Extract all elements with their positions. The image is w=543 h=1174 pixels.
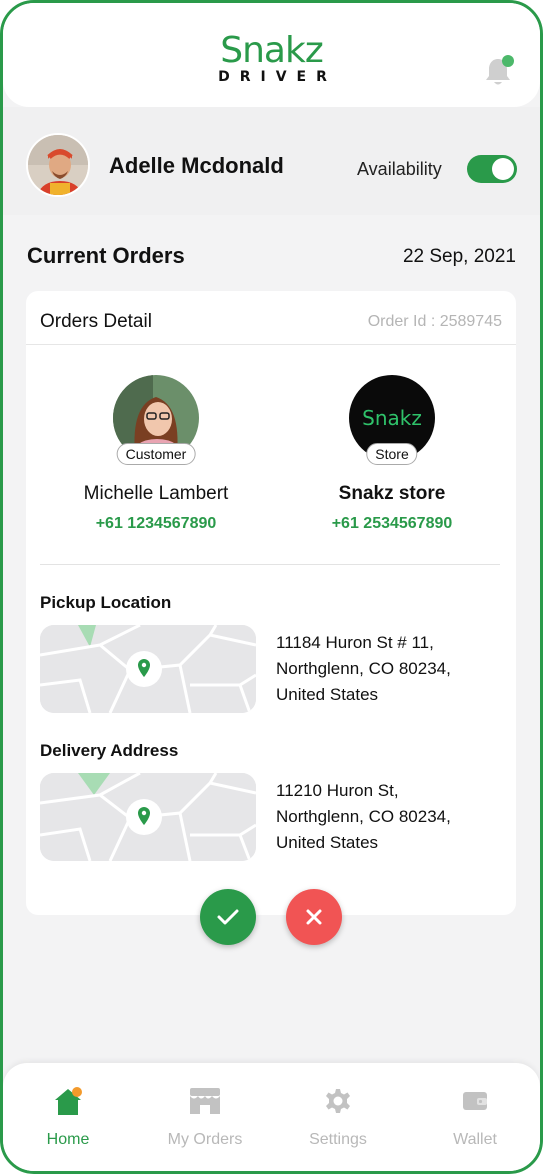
delivery-address-line2: Northglenn, CO 80234, — [276, 807, 451, 826]
home-icon — [3, 1085, 133, 1117]
pickup-address-line1: 11184 Huron St # 11, — [276, 633, 434, 652]
app-frame: Snakz DRIVER Adelle Mcdonald Availabilit… — [0, 0, 543, 1174]
availability-toggle[interactable] — [467, 155, 517, 183]
nav-item-wallet[interactable]: Wallet — [410, 1085, 540, 1149]
order-detail-card: Orders Detail Order Id : 2589745 Custome… — [26, 291, 516, 915]
store-name: Snakz store — [338, 483, 446, 504]
customer-phone[interactable]: +61 1234567890 — [46, 515, 266, 533]
availability-label: Availability — [357, 159, 442, 179]
bottom-nav: Home My Orders Settings Wallet — [3, 1063, 540, 1171]
order-card-title: Orders Detail — [40, 311, 152, 332]
store-logo: Snakz Store — [349, 375, 435, 465]
reject-order-button[interactable] — [286, 889, 342, 945]
driver-avatar — [26, 133, 90, 197]
pickup-label: Pickup Location — [40, 593, 172, 612]
logo-main-text: Snakz — [220, 30, 323, 71]
nav-item-settings[interactable]: Settings — [273, 1085, 403, 1149]
order-card-header: Orders Detail Order Id : 2589745 — [26, 291, 516, 345]
customer-tag: Customer — [116, 443, 196, 465]
nav-label-my-orders: My Orders — [167, 1131, 243, 1148]
store-block: Snakz Store Snakz store +61 2534567890 — [282, 375, 502, 533]
nav-item-home[interactable]: Home — [3, 1085, 133, 1149]
pickup-map[interactable] — [40, 625, 256, 713]
store-logo-text: Snakz — [362, 406, 422, 430]
delivery-address: 11210 Huron St, Northglenn, CO 80234, Un… — [276, 778, 496, 856]
delivery-address-line3: United States — [276, 833, 379, 852]
store-icon — [140, 1085, 270, 1117]
wallet-icon — [410, 1085, 540, 1117]
app-header: Snakz DRIVER — [3, 3, 540, 107]
delivery-map[interactable] — [40, 773, 256, 861]
accept-order-button[interactable] — [200, 889, 256, 945]
store-phone[interactable]: +61 2534567890 — [282, 515, 502, 533]
customer-name: Michelle Lambert — [83, 483, 229, 504]
nav-label-home: Home — [46, 1131, 90, 1148]
driver-name: Adelle Mcdonald — [109, 153, 284, 178]
logo-sub-text: DRIVER — [218, 69, 337, 85]
store-tag: Store — [366, 443, 418, 465]
pickup-address-line2: Northglenn, CO 80234, — [276, 659, 451, 678]
app-logo: Snakz DRIVER — [3, 30, 540, 86]
close-icon — [306, 909, 322, 925]
nav-item-my-orders[interactable]: My Orders — [140, 1085, 270, 1149]
notification-bell-icon[interactable] — [484, 55, 514, 89]
nav-label-settings: Settings — [309, 1131, 367, 1148]
delivery-address-line1: 11210 Huron St, — [276, 781, 399, 800]
card-divider — [40, 564, 500, 565]
customer-photo: Customer — [113, 375, 199, 465]
gear-icon — [273, 1085, 403, 1117]
toggle-knob — [492, 158, 514, 180]
driver-profile-bar: Adelle Mcdonald Availability — [3, 107, 540, 215]
delivery-label: Delivery Address — [40, 741, 179, 760]
nav-label-wallet: Wallet — [453, 1131, 497, 1148]
order-id: Order Id : 2589745 — [367, 313, 502, 330]
current-orders-title: Current Orders — [27, 243, 185, 268]
pickup-address: 11184 Huron St # 11, Northglenn, CO 8023… — [276, 630, 496, 708]
customer-block: Customer Michelle Lambert +61 1234567890 — [46, 375, 266, 533]
current-orders-date: 22 Sep, 2021 — [402, 246, 516, 267]
check-icon — [217, 909, 239, 925]
pickup-address-line3: United States — [276, 685, 379, 704]
